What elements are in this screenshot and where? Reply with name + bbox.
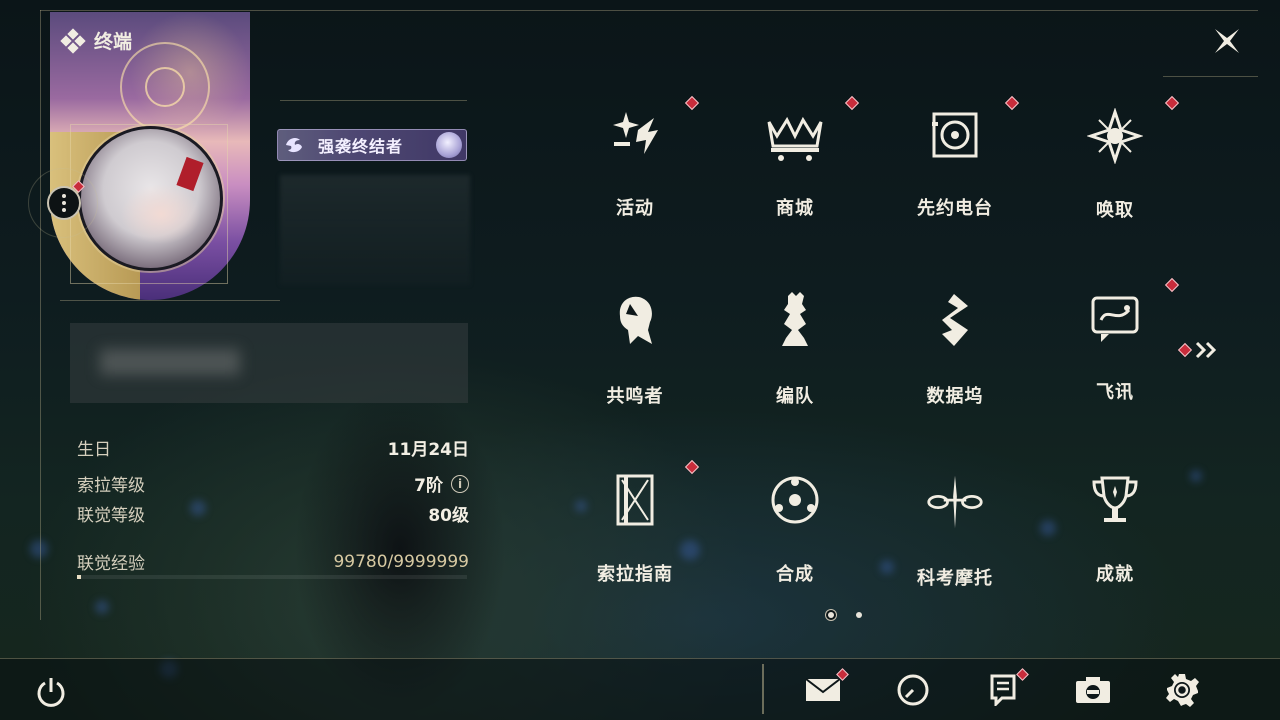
page-indicator (828, 612, 862, 618)
menu-item-event[interactable]: 活动 (583, 92, 700, 219)
blurred-signature[interactable] (70, 323, 468, 403)
notice-icon (990, 674, 1016, 706)
menu-label: 飞讯 (1096, 382, 1134, 403)
menu-label: 编队 (776, 386, 814, 407)
notification-dot (844, 95, 860, 111)
stat-value: 80级 (428, 506, 469, 526)
shop-cart-icon (765, 108, 825, 162)
notification-dot (684, 459, 700, 475)
page-dot-1[interactable] (828, 612, 834, 618)
menu-item-resonators[interactable]: 共鸣者 (583, 274, 687, 407)
menu-label: 科考摩托 (917, 568, 993, 589)
menu-item-synthesis[interactable]: 合成 (743, 456, 847, 585)
menu-grid: 活动 商城 先约电台 唤取 共鸣者 编队 数据坞 飞讯 索拉指南 合成 科考摩托… (583, 92, 1180, 602)
menu-item-guide[interactable]: 索拉指南 (583, 456, 700, 585)
next-page-button[interactable] (1177, 340, 1220, 360)
menu-label: 商城 (776, 198, 814, 219)
stat-value: 99780/9999999 (333, 551, 469, 572)
info-icon[interactable]: i (451, 474, 469, 493)
menu-label: 成就 (1096, 564, 1134, 585)
chess-team-icon (765, 290, 825, 350)
menu-label: 活动 (616, 198, 654, 219)
frame-portrait-line (60, 300, 280, 301)
avatar[interactable] (78, 126, 223, 271)
stat-value: 11月24日 (387, 440, 469, 460)
motorcycle-icon (925, 472, 985, 532)
stat-birthday: 生日 11月24日 (77, 435, 469, 460)
title-badge[interactable]: 强袭终结者 (277, 129, 467, 161)
diamond-cluster-icon (60, 27, 86, 54)
mail-icon (805, 678, 841, 701)
close-button[interactable] (1208, 22, 1246, 60)
stat-key: 索拉等级 (77, 476, 145, 496)
history-button[interactable] (893, 672, 933, 708)
databank-icon (925, 290, 985, 350)
frame-left-line (40, 10, 41, 620)
terminal-title-label: 终端 (94, 31, 133, 53)
menu-label: 先约电台 (917, 198, 993, 219)
notification-dot (684, 95, 700, 111)
notification-dot (1177, 342, 1193, 358)
power-icon (37, 678, 65, 707)
menu-label: 索拉指南 (597, 564, 673, 585)
trophy-icon (1085, 472, 1145, 528)
close-icon (1215, 29, 1239, 53)
camera-icon (1076, 677, 1110, 703)
exp-progress-bar (77, 575, 467, 579)
double-chevron-right-icon (1195, 341, 1217, 359)
terminal-title: 终端 (60, 27, 133, 54)
radio-icon (925, 108, 985, 162)
dragon-emblem-icon (286, 137, 302, 153)
stat-key: 生日 (77, 440, 111, 460)
menu-item-motorcycle[interactable]: 科考摩托 (903, 456, 1007, 589)
frame-badge-line (280, 100, 467, 101)
stat-sola-level: 索拉等级 7阶 i (77, 471, 469, 496)
stat-union-level: 联觉等级 80级 (77, 501, 469, 526)
more-options-button[interactable] (47, 186, 81, 220)
guide-book-icon (605, 472, 665, 528)
synthesis-icon (765, 472, 825, 528)
menu-item-databank[interactable]: 数据坞 (903, 274, 1007, 407)
gem-icon (436, 132, 462, 158)
stat-key: 联觉经验 (77, 554, 145, 574)
stat-value-wrap: 7阶 i (414, 471, 469, 496)
menu-label: 共鸣者 (606, 386, 664, 407)
frame-right-line (1163, 76, 1258, 77)
notification-dot (1164, 95, 1180, 111)
compass-star-icon (1085, 108, 1145, 164)
sparkle-event-icon (605, 108, 665, 162)
mail-button[interactable] (803, 668, 849, 708)
title-badge-label: 强袭终结者 (318, 137, 404, 156)
page-dot-2[interactable] (856, 612, 862, 618)
stat-value: 7阶 (414, 476, 443, 496)
menu-item-messages[interactable]: 飞讯 (1063, 274, 1180, 403)
menu-label: 数据坞 (926, 386, 984, 407)
menu-item-shop[interactable]: 商城 (743, 92, 860, 219)
message-icon (1085, 290, 1145, 346)
menu-label: 合成 (776, 564, 814, 585)
menu-item-team[interactable]: 编队 (743, 274, 847, 407)
menu-item-summon[interactable]: 唤取 (1063, 92, 1180, 221)
frame-top-line (40, 10, 1258, 11)
notification-dot (1004, 95, 1020, 111)
menu-item-achievements[interactable]: 成就 (1063, 456, 1167, 585)
notification-dot (1164, 277, 1180, 293)
stat-key: 联觉等级 (77, 506, 145, 526)
power-button[interactable] (34, 675, 68, 709)
stat-union-exp: 联觉经验 99780/9999999 (77, 549, 469, 575)
settings-button[interactable] (1162, 672, 1202, 708)
blurred-player-name (280, 175, 470, 285)
resonator-head-icon (605, 290, 665, 350)
camera-button[interactable] (1073, 672, 1113, 708)
clock-icon (897, 674, 929, 706)
notice-button[interactable] (983, 668, 1029, 708)
bottom-bar-divider (762, 664, 764, 714)
menu-label: 唤取 (1096, 200, 1134, 221)
menu-item-radio[interactable]: 先约电台 (903, 92, 1020, 219)
exp-progress-fill (77, 575, 81, 579)
gear-icon (1166, 674, 1199, 707)
